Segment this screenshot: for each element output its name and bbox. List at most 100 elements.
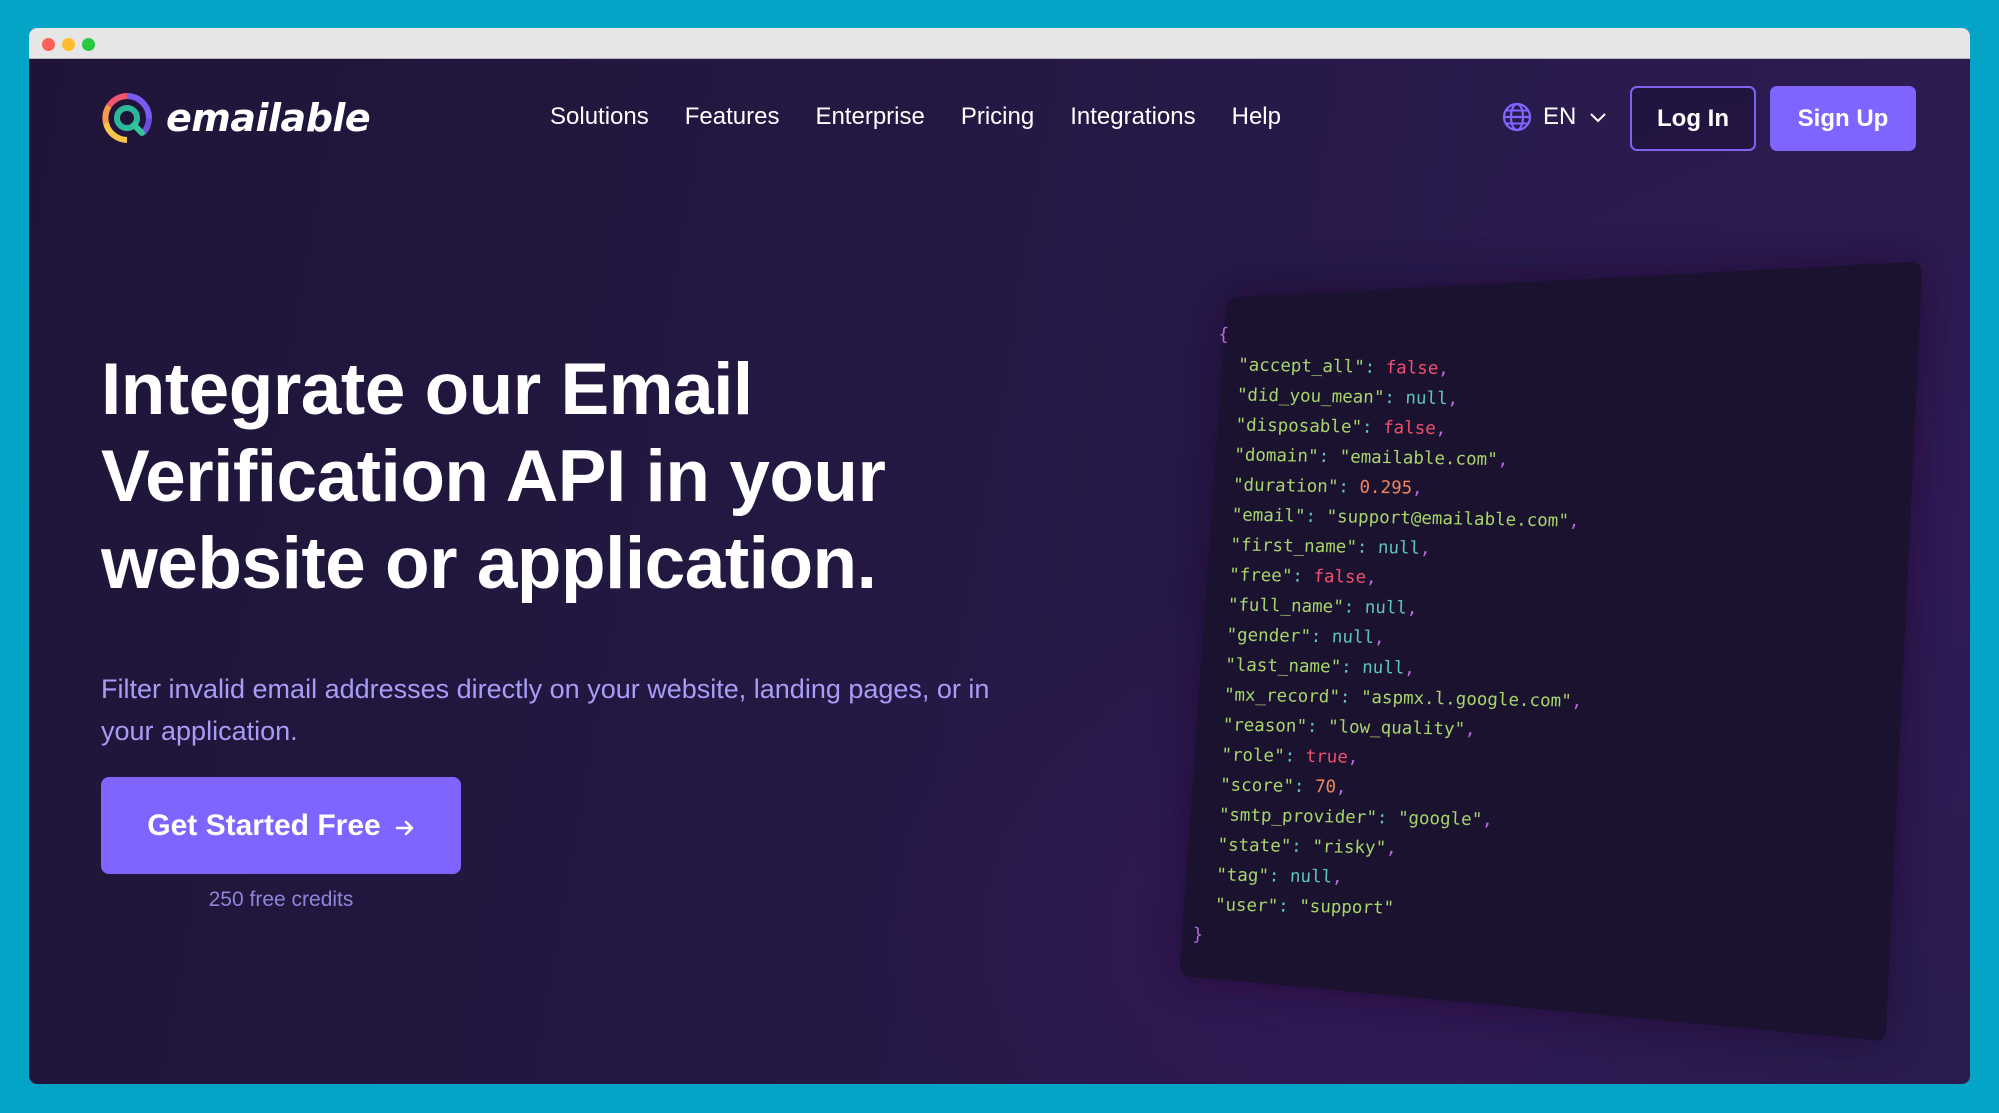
json-colon: : [1339, 687, 1362, 708]
json-colon: : [1305, 506, 1327, 528]
chevron-down-icon [1590, 113, 1607, 123]
window-titlebar [29, 28, 1970, 59]
json-value: false [1312, 566, 1367, 588]
json-brace-close: } [1192, 925, 1204, 946]
globe-icon [1502, 102, 1532, 132]
json-colon: : [1361, 417, 1384, 439]
signup-button[interactable]: Sign Up [1770, 86, 1916, 151]
json-comma: , [1385, 838, 1398, 859]
hero-subtitle: Filter invalid email addresses directly … [101, 668, 1101, 752]
json-value: 0.295 [1358, 477, 1413, 499]
json-colon: : [1277, 896, 1300, 917]
json-value: null [1331, 627, 1375, 649]
json-value: null [1361, 657, 1405, 679]
json-key: "tag" [1194, 865, 1270, 887]
language-selector[interactable]: EN [1501, 100, 1608, 134]
json-value: null [1364, 597, 1408, 619]
json-value: "support@emailable.com" [1326, 507, 1570, 532]
nav-enterprise[interactable]: Enterprise [815, 100, 924, 134]
json-key: "score" [1198, 775, 1295, 797]
json-key: "accept_all" [1216, 355, 1366, 378]
json-value: "emailable.com" [1339, 447, 1499, 471]
close-window-button[interactable] [42, 38, 55, 51]
maximize-window-button[interactable] [82, 38, 95, 51]
json-key: "state" [1195, 835, 1292, 857]
json-key: "role" [1199, 745, 1286, 767]
json-key: "email" [1210, 505, 1306, 527]
json-colon: : [1291, 566, 1314, 587]
json-value: "aspmx.l.google.com" [1360, 687, 1573, 712]
json-key: "domain" [1212, 445, 1319, 467]
json-key: "user" [1193, 895, 1279, 917]
json-colon: : [1293, 776, 1316, 798]
json-brace-open: { [1217, 325, 1230, 346]
arrow-right-icon [395, 820, 414, 835]
json-colon: : [1310, 626, 1333, 648]
json-key: "first_name" [1208, 535, 1358, 558]
json-key: "gender" [1205, 625, 1312, 647]
minimize-window-button[interactable] [62, 38, 75, 51]
nav-features[interactable]: Features [685, 100, 780, 134]
hero-title-line: website or application. [101, 523, 877, 604]
at-sign-ring-icon [102, 93, 152, 143]
json-value: "google" [1397, 808, 1483, 831]
json-comma: , [1331, 867, 1344, 888]
browser-window: emailable Solutions Features Enterprise … [29, 28, 1970, 1084]
json-colon: : [1337, 477, 1360, 498]
json-response-code: { "accept_all": false, "did_you_mean": n… [1192, 320, 1598, 957]
get-started-button[interactable]: Get Started Free [101, 777, 461, 874]
nav-help[interactable]: Help [1232, 100, 1281, 134]
json-comma: , [1447, 389, 1459, 410]
json-colon: : [1290, 836, 1313, 858]
json-key: "disposable" [1214, 415, 1363, 438]
get-started-label: Get Started Free [147, 808, 381, 842]
json-colon: : [1383, 388, 1406, 409]
json-colon: : [1343, 597, 1366, 618]
json-comma: , [1411, 478, 1424, 499]
json-key: "last_name" [1203, 655, 1342, 678]
json-comma: , [1568, 511, 1580, 532]
json-comma: , [1435, 418, 1447, 440]
json-colon: : [1364, 357, 1387, 379]
json-colon: : [1340, 657, 1363, 678]
json-value: "support" [1298, 896, 1395, 919]
json-value: null [1289, 866, 1333, 888]
json-comma: , [1437, 358, 1450, 380]
nav-solutions[interactable]: Solutions [550, 100, 649, 134]
nav-pricing[interactable]: Pricing [961, 100, 1034, 134]
json-colon: : [1356, 537, 1379, 559]
json-comma: , [1464, 719, 1476, 740]
json-value: false [1385, 358, 1439, 379]
json-value: 70 [1314, 777, 1337, 798]
json-comma: , [1406, 598, 1418, 619]
json-value: null [1377, 538, 1421, 559]
json-colon: : [1376, 808, 1399, 829]
json-key: "smtp_provider" [1197, 805, 1378, 829]
json-comma: , [1365, 567, 1378, 589]
json-comma: , [1347, 747, 1359, 768]
json-value: false [1382, 418, 1437, 439]
json-colon: : [1318, 446, 1341, 468]
json-colon: : [1268, 866, 1291, 887]
json-value: "low_quality" [1327, 717, 1466, 740]
json-key: "mx_record" [1202, 685, 1341, 708]
json-colon: : [1306, 716, 1329, 738]
json-comma: , [1403, 658, 1416, 679]
json-key: "full_name" [1206, 595, 1345, 618]
nav-integrations[interactable]: Integrations [1070, 100, 1195, 134]
brand-name: emailable [166, 96, 371, 140]
json-key: "duration" [1211, 475, 1339, 498]
hero-title: Integrate our Email Verification API in … [101, 346, 1001, 607]
login-button[interactable]: Log In [1630, 86, 1756, 151]
json-comma: , [1335, 777, 1347, 798]
json-comma: , [1373, 628, 1386, 649]
json-comma: , [1481, 810, 1494, 831]
json-key: "did_you_mean" [1215, 385, 1385, 409]
json-comma: , [1419, 538, 1432, 559]
json-colon: : [1284, 746, 1307, 767]
free-credits-note: 250 free credits [208, 888, 354, 911]
hero-subtitle-line: your application. [101, 716, 298, 746]
brand-logo-link[interactable]: emailable [100, 90, 371, 146]
json-value: null [1405, 388, 1449, 410]
json-comma: , [1571, 691, 1583, 712]
